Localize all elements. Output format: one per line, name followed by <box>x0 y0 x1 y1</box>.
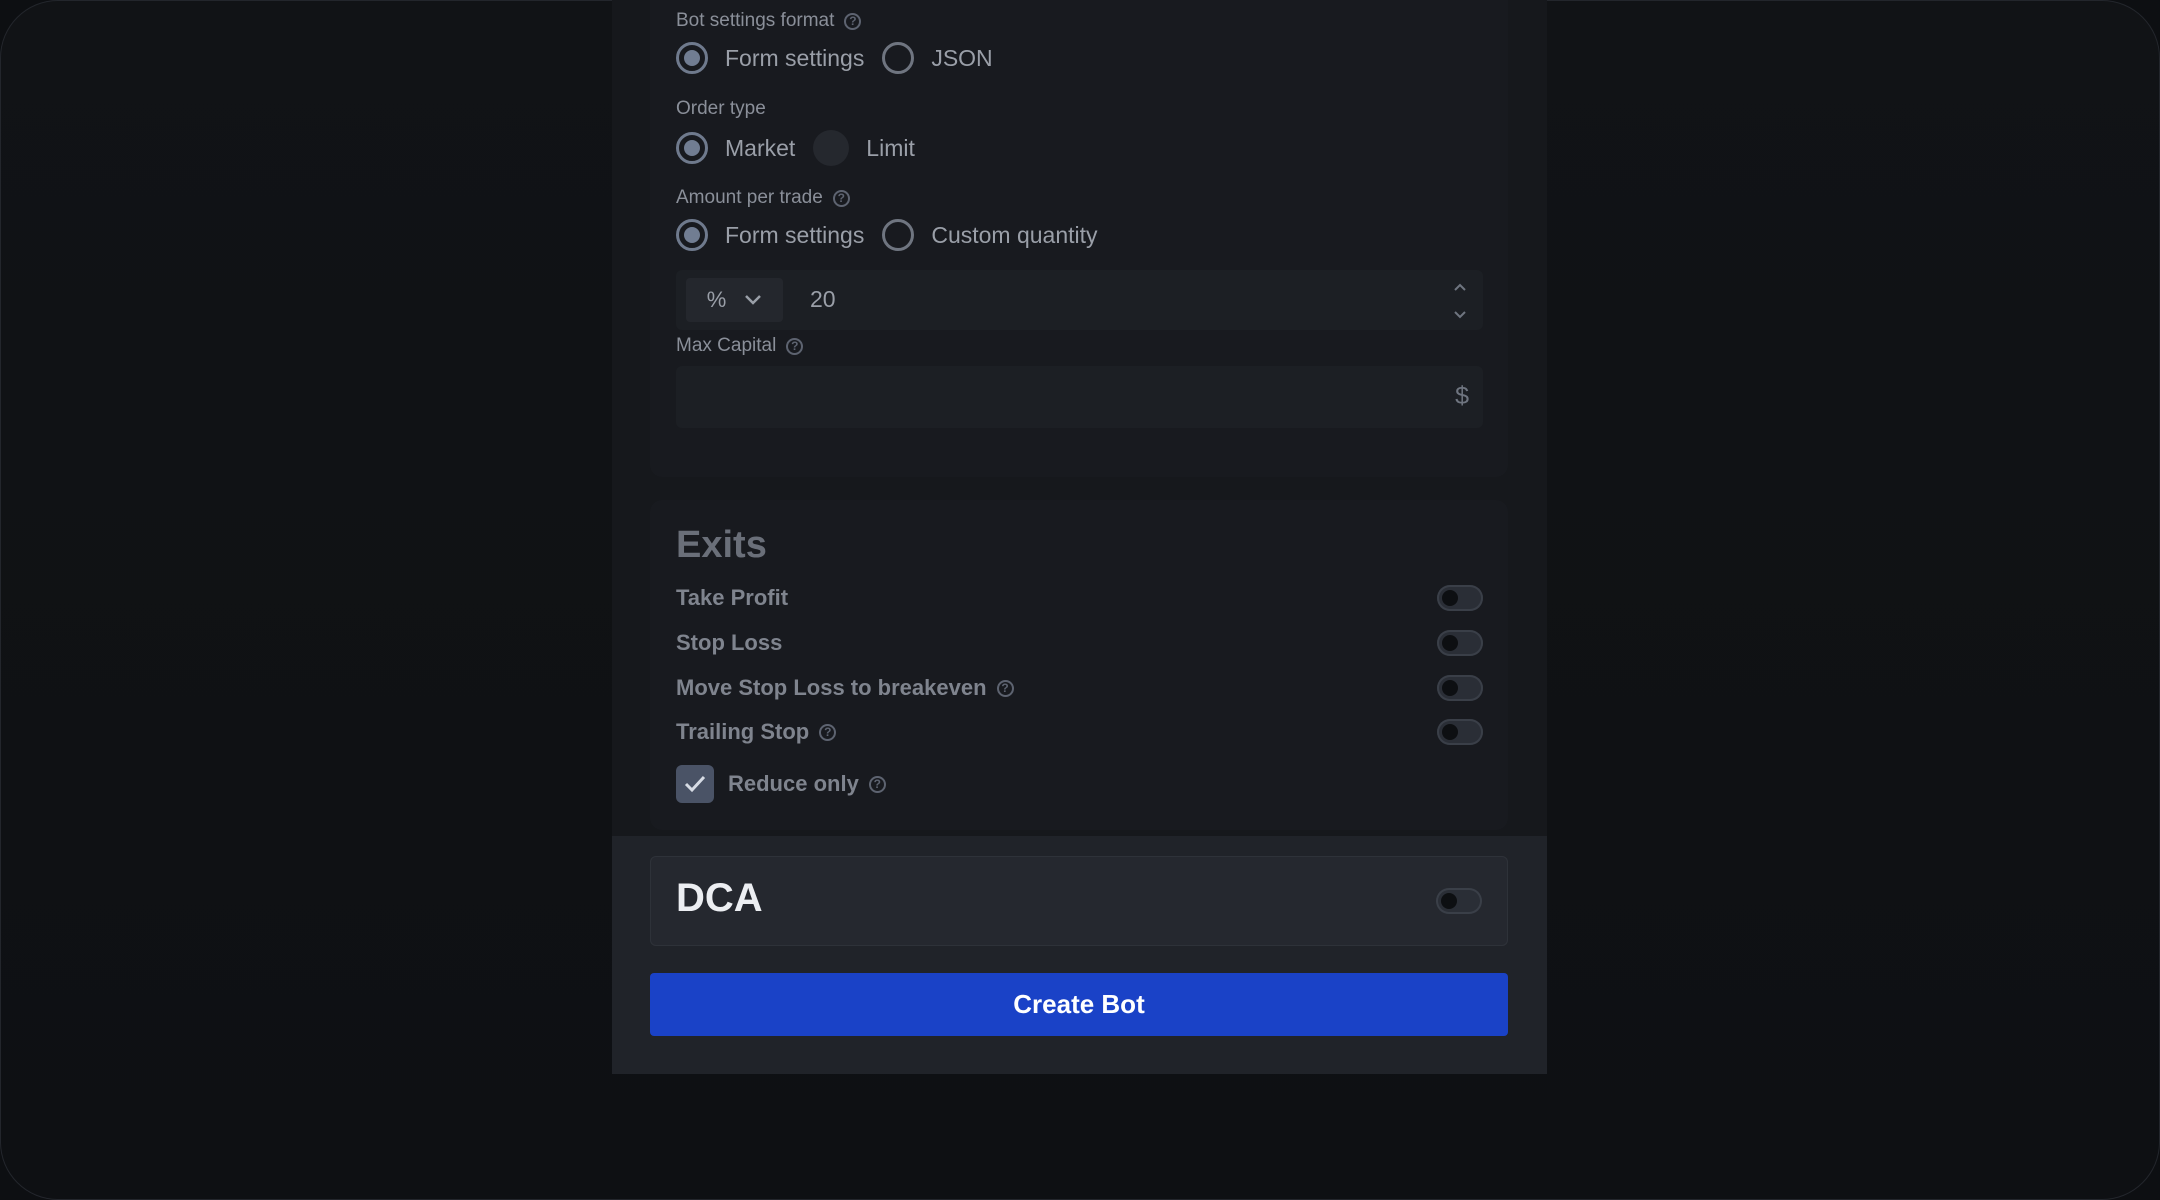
entry-settings-card: Bot settings format ? Form settings JSON… <box>650 0 1508 477</box>
dca-toggle[interactable] <box>1436 888 1482 914</box>
amount-input-group: % 20 <box>676 270 1483 330</box>
take-profit-toggle[interactable] <box>1437 585 1483 611</box>
radio-json[interactable] <box>882 42 915 74</box>
radio-market[interactable] <box>676 132 708 164</box>
footer-bar: DCA Create Bot <box>612 836 1547 1074</box>
amount-per-trade-options: Form settings Custom quantity <box>676 219 1098 251</box>
unit-select[interactable]: % <box>686 278 783 322</box>
app-window: Bot settings format ? Form settings JSON… <box>0 0 2160 1200</box>
exits-title: Exits <box>676 524 767 566</box>
chevron-down-icon <box>745 295 762 305</box>
bot-settings-format-label: Bot settings format ? <box>676 10 862 32</box>
dca-card: DCA <box>650 856 1508 946</box>
order-type-label: Order type <box>676 98 766 119</box>
trailing-stop-toggle[interactable] <box>1437 719 1483 745</box>
exits-card: Exits Take Profit Stop Loss Move Stop Lo… <box>650 500 1508 830</box>
help-icon[interactable]: ? <box>786 337 804 355</box>
amount-per-trade-label: Amount per trade ? <box>676 187 850 209</box>
help-icon[interactable]: ? <box>844 12 862 30</box>
max-capital-input[interactable]: $ <box>676 366 1483 428</box>
help-icon[interactable]: ? <box>819 723 837 741</box>
radio-label[interactable]: Market <box>725 135 795 162</box>
dollar-icon: $ <box>1455 382 1469 410</box>
radio-label[interactable]: Form settings <box>725 45 864 72</box>
bot-form-panel: Bot settings format ? Form settings JSON… <box>612 0 1547 1074</box>
take-profit-label: Take Profit <box>676 585 789 610</box>
max-capital-label: Max Capital ? <box>676 335 804 357</box>
radio-label[interactable]: Limit <box>866 135 915 162</box>
create-bot-button[interactable]: Create Bot <box>650 973 1508 1036</box>
radio-label[interactable]: Custom quantity <box>931 222 1097 249</box>
amount-input[interactable]: 20 <box>810 286 836 313</box>
bot-settings-format-options: Form settings JSON <box>676 42 993 74</box>
reduce-only-label: Reduce only ? <box>728 771 886 797</box>
dca-title: DCA <box>676 876 763 920</box>
check-icon <box>684 775 706 793</box>
move-stop-loss-label: Move Stop Loss to breakeven ? <box>676 675 1014 701</box>
stepper-icon[interactable] <box>1451 280 1469 322</box>
help-icon[interactable]: ? <box>832 189 850 207</box>
move-stop-loss-toggle[interactable] <box>1437 675 1483 701</box>
exit-row-stop-loss: Stop Loss <box>676 625 1483 661</box>
reduce-only-checkbox[interactable] <box>676 765 714 803</box>
radio-form-settings[interactable] <box>676 42 708 74</box>
radio-limit[interactable] <box>813 130 850 166</box>
radio-custom-quantity[interactable] <box>882 219 915 251</box>
help-icon[interactable]: ? <box>868 775 886 793</box>
exit-row-take-profit: Take Profit <box>676 580 1483 616</box>
radio-form-settings-amount[interactable] <box>676 219 708 251</box>
exit-row-trailing-stop: Trailing Stop ? <box>676 714 1483 750</box>
radio-label[interactable]: Form settings <box>725 222 864 249</box>
trailing-stop-label: Trailing Stop ? <box>676 719 837 745</box>
radio-label[interactable]: JSON <box>931 45 992 72</box>
reduce-only-row: Reduce only ? <box>676 764 1483 804</box>
help-icon[interactable]: ? <box>996 679 1014 697</box>
exit-row-move-stop-loss: Move Stop Loss to breakeven ? <box>676 670 1483 706</box>
unit-value: % <box>706 287 727 312</box>
stop-loss-label: Stop Loss <box>676 630 783 655</box>
stop-loss-toggle[interactable] <box>1437 630 1483 656</box>
order-type-options: Market Limit <box>676 130 915 166</box>
